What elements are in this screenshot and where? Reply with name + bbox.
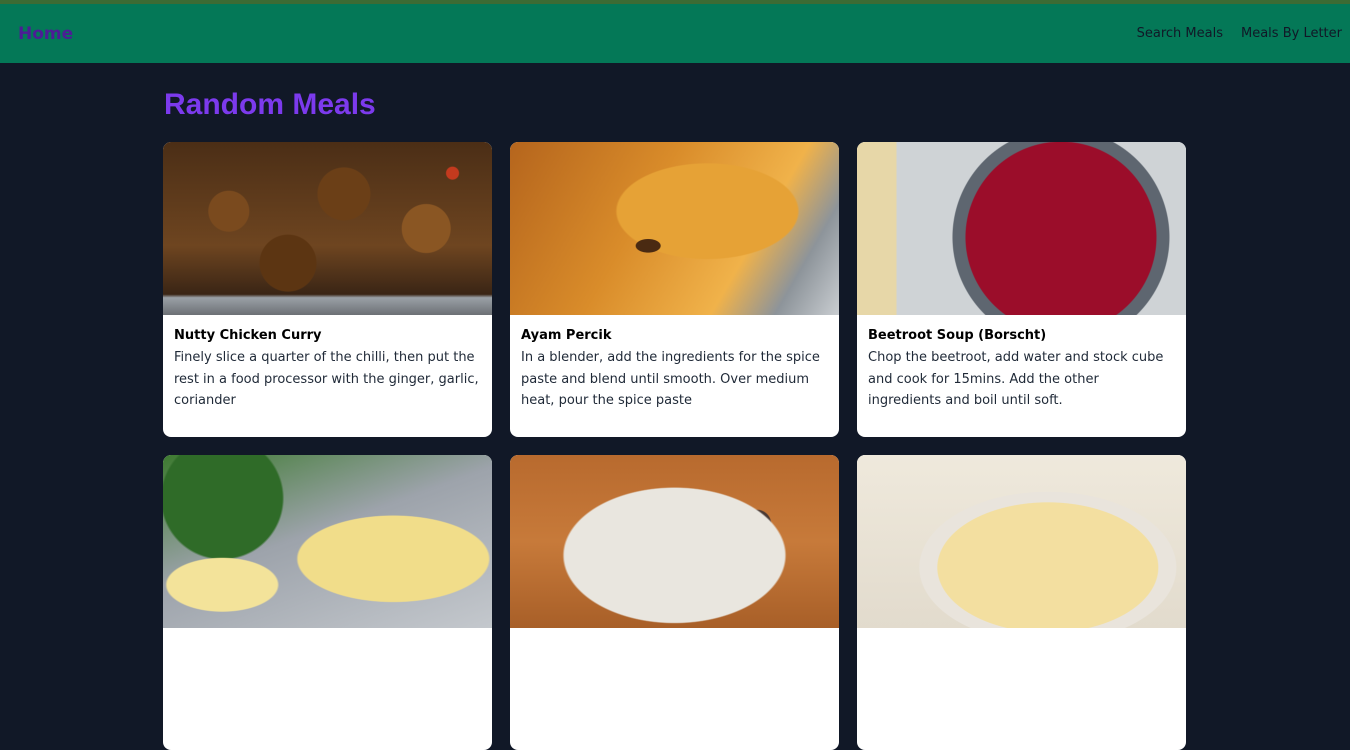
- meal-card-body: Beetroot Soup (Borscht) Chop the beetroo…: [857, 315, 1186, 412]
- meal-image[interactable]: [510, 455, 839, 628]
- meal-card[interactable]: [857, 455, 1186, 750]
- page-title: Random Meals: [164, 88, 376, 121]
- nav-links: Search Meals Meals By Letter: [1137, 26, 1342, 41]
- navbar: Home Search Meals Meals By Letter: [0, 4, 1350, 63]
- meal-description: In a blender, add the ingredients for th…: [521, 350, 820, 408]
- meal-description: Finely slice a quarter of the chilli, th…: [174, 350, 479, 408]
- meal-card[interactable]: Ayam Percik In a blender, add the ingred…: [510, 142, 839, 437]
- meal-card[interactable]: Nutty Chicken Curry Finely slice a quart…: [163, 142, 492, 437]
- meal-image[interactable]: [857, 142, 1186, 315]
- search-meals-link[interactable]: Search Meals: [1137, 26, 1223, 41]
- meal-card-body: Ayam Percik In a blender, add the ingred…: [510, 315, 839, 412]
- meal-image[interactable]: [163, 455, 492, 628]
- meal-image[interactable]: [510, 142, 839, 315]
- meal-image[interactable]: [857, 455, 1186, 628]
- meal-description: Chop the beetroot, add water and stock c…: [868, 350, 1164, 408]
- meal-title[interactable]: Ayam Percik: [521, 328, 828, 343]
- meal-card[interactable]: Beetroot Soup (Borscht) Chop the beetroo…: [857, 142, 1186, 437]
- meal-image[interactable]: [163, 142, 492, 315]
- meal-card[interactable]: [163, 455, 492, 750]
- meals-by-letter-link[interactable]: Meals By Letter: [1241, 26, 1342, 41]
- meal-card-body: Nutty Chicken Curry Finely slice a quart…: [163, 315, 492, 412]
- meal-grid: Nutty Chicken Curry Finely slice a quart…: [163, 142, 1186, 750]
- meal-card[interactable]: [510, 455, 839, 750]
- meal-title[interactable]: Nutty Chicken Curry: [174, 328, 481, 343]
- meal-title[interactable]: Beetroot Soup (Borscht): [868, 328, 1175, 343]
- home-link[interactable]: Home: [18, 24, 73, 44]
